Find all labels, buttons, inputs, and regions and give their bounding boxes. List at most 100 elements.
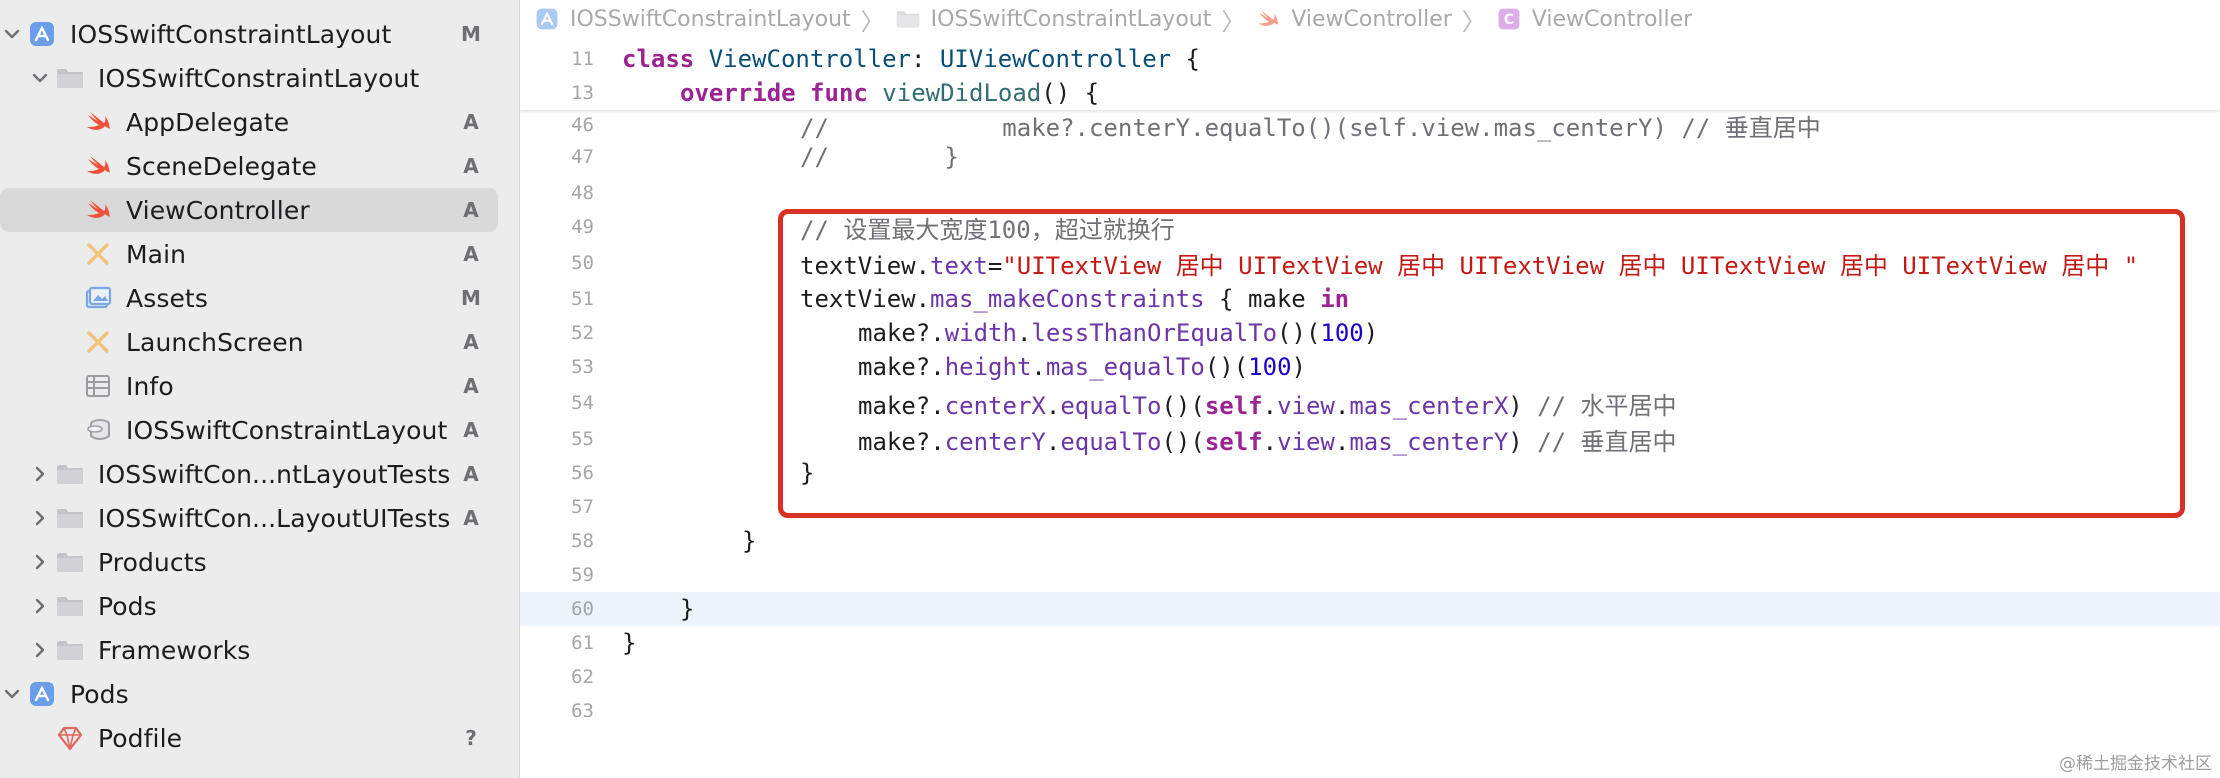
code-token: .	[1334, 391, 1350, 420]
source-editor: IOSSwiftConstraintLayout 〉 IOSSwiftConstra…	[520, 0, 2220, 778]
code-token: .	[1045, 391, 1061, 420]
code-line[interactable]: 56}	[520, 456, 2220, 490]
breadcrumb-label: ViewController	[1531, 6, 1693, 32]
navigator-row[interactable]: Main A	[0, 232, 519, 276]
chevron-right-icon[interactable]	[28, 594, 52, 618]
navigator-row[interactable]: AppDelegate A	[0, 100, 519, 144]
navigator-row[interactable]: LaunchScreen A	[0, 320, 519, 364]
code-line[interactable]: 60}	[520, 592, 2220, 626]
breadcrumb-item[interactable]: IOSSwiftConstraintLayout	[534, 6, 851, 32]
code-line[interactable]: 62	[520, 660, 2220, 694]
code-token: view	[1277, 391, 1335, 420]
navigator-row[interactable]: IOSSwiftConstraintLayout A	[0, 408, 519, 452]
code-text: textView.text="UITextView 居中 UITextView …	[800, 246, 2138, 281]
navigator-row[interactable]: Pods	[0, 672, 519, 716]
code-token: lessThanOrEqualTo	[1031, 319, 1278, 347]
code-line[interactable]: 57	[520, 490, 2220, 524]
code-line[interactable]: 50 textView.text="UITextView 居中 UITextVie…	[520, 246, 2220, 280]
breadcrumb-item[interactable]: ViewController	[1255, 6, 1452, 32]
code-text: make?.width.lessThanOrEqualTo()(100)	[858, 319, 1378, 347]
navigator-row[interactable]: SceneDelegate A	[0, 144, 519, 188]
code-token: make?.	[858, 427, 945, 456]
code-line[interactable]: 58}	[520, 524, 2220, 558]
chevron-down-icon[interactable]	[0, 22, 24, 46]
code-line[interactable]: 55 make?.centerY.equalTo()(self.view.mas_…	[520, 422, 2220, 456]
code-line[interactable]: 49 // 设置最大宽度100，超过就换行	[520, 210, 2220, 244]
code-line[interactable]: 52 make?.width.lessThanOrEqualTo()(100)	[520, 316, 2220, 350]
code-area[interactable]: 11 class ViewController: UIViewController…	[520, 38, 2220, 778]
code-token: mas_centerX	[1349, 391, 1509, 420]
code-line[interactable]: 48	[520, 176, 2220, 210]
code-line[interactable]: 46 // make?.centerY.equalTo()(self.view.m…	[520, 108, 2220, 142]
asset-catalog-icon	[82, 282, 114, 314]
code-text: }	[800, 459, 814, 487]
chevron-down-icon[interactable]	[0, 682, 24, 706]
line-number: 47	[571, 146, 594, 168]
breadcrumb-item[interactable]: C ViewController	[1496, 6, 1692, 32]
breadcrumb-separator: 〉	[860, 7, 885, 36]
code-line[interactable]: 61}	[520, 626, 2220, 660]
scm-status-badge: A	[463, 330, 479, 354]
code-token: =	[987, 251, 1003, 280]
code-text: }	[622, 629, 636, 657]
scm-status-badge: M	[461, 22, 481, 46]
code-line[interactable]: 59	[520, 558, 2220, 592]
navigator-row[interactable]: IOSSwiftConstraintLayout M	[0, 12, 519, 56]
code-text: // 设置最大宽度100，超过就换行	[800, 210, 1175, 245]
code-token: mas_makeConstraints	[930, 285, 1205, 313]
code-token: () {	[1041, 79, 1100, 107]
code-text: // }	[800, 143, 959, 171]
code-text: textView.mas_makeConstraints { make in	[800, 285, 1349, 313]
line-number: 53	[571, 356, 594, 378]
scm-status-badge: A	[463, 374, 479, 398]
breadcrumb-label: IOSSwiftConstraintLayout	[930, 6, 1212, 32]
line-number: 61	[571, 632, 594, 654]
navigator-row-label: Assets	[126, 283, 208, 313]
chevron-down-icon[interactable]	[28, 66, 52, 90]
scm-status-badge: A	[463, 110, 479, 134]
code-line[interactable]: 13 override func viewDidLoad() {	[520, 76, 2220, 110]
navigator-row[interactable]: Pods	[0, 584, 519, 628]
navigator-row[interactable]: IOSSwiftConstraintLayout	[0, 56, 519, 100]
breadcrumb-item[interactable]: IOSSwiftConstraintLayout	[895, 6, 1212, 32]
code-line[interactable]: 51 textView.mas_makeConstraints { make in	[520, 282, 2220, 316]
code-token: ViewController	[708, 45, 911, 73]
chevron-right-icon[interactable]	[28, 638, 52, 662]
chevron-right-icon[interactable]	[28, 550, 52, 574]
code-line[interactable]: 63	[520, 694, 2220, 728]
code-line[interactable]: 53 make?.height.mas_equalTo()(100)	[520, 350, 2220, 384]
code-token: textView.	[800, 251, 931, 280]
navigator-row[interactable]: Products	[0, 540, 519, 584]
code-token: make?.	[858, 353, 945, 381]
code-line[interactable]: 11 class ViewController: UIViewController…	[520, 42, 2220, 76]
podfile-icon	[54, 722, 86, 754]
navigator-row-label: SceneDelegate	[126, 151, 317, 181]
navigator-row[interactable]: Info A	[0, 364, 519, 408]
line-number: 51	[571, 288, 594, 310]
navigator-row[interactable]: Frameworks	[0, 628, 519, 672]
code-token: { make	[1204, 285, 1321, 313]
navigator-row-label: Products	[98, 547, 207, 577]
navigator-row[interactable]: IOSSwiftCon...ntLayoutTests A	[0, 452, 519, 496]
folder-icon	[54, 634, 86, 666]
xcode-project-icon	[534, 6, 560, 32]
navigator-row[interactable]: Podfile?	[0, 716, 519, 760]
code-token: in	[1320, 285, 1350, 313]
navigator-row[interactable]: ViewController A	[0, 188, 498, 232]
code-token: // 设置最大宽度100，超过就换行	[800, 215, 1175, 244]
code-line[interactable]: 47 // }	[520, 140, 2220, 174]
breadcrumb-label: ViewController	[1291, 6, 1452, 32]
code-token: centerY	[944, 427, 1046, 456]
navigator-row-label: IOSSwiftConstraintLayout	[126, 415, 448, 445]
code-token: ()(	[1161, 427, 1205, 456]
navigator-row[interactable]: IOSSwiftCon...LayoutUITests A	[0, 496, 519, 540]
line-number: 46	[571, 114, 594, 136]
code-token: .	[1262, 427, 1278, 456]
chevron-right-icon[interactable]	[28, 506, 52, 530]
code-line[interactable]: 54 make?.centerX.equalTo()(self.view.mas_…	[520, 386, 2220, 420]
chevron-right-icon[interactable]	[28, 462, 52, 486]
line-number: 52	[571, 322, 594, 344]
line-number: 11	[571, 48, 594, 70]
navigator-row[interactable]: Assets M	[0, 276, 519, 320]
